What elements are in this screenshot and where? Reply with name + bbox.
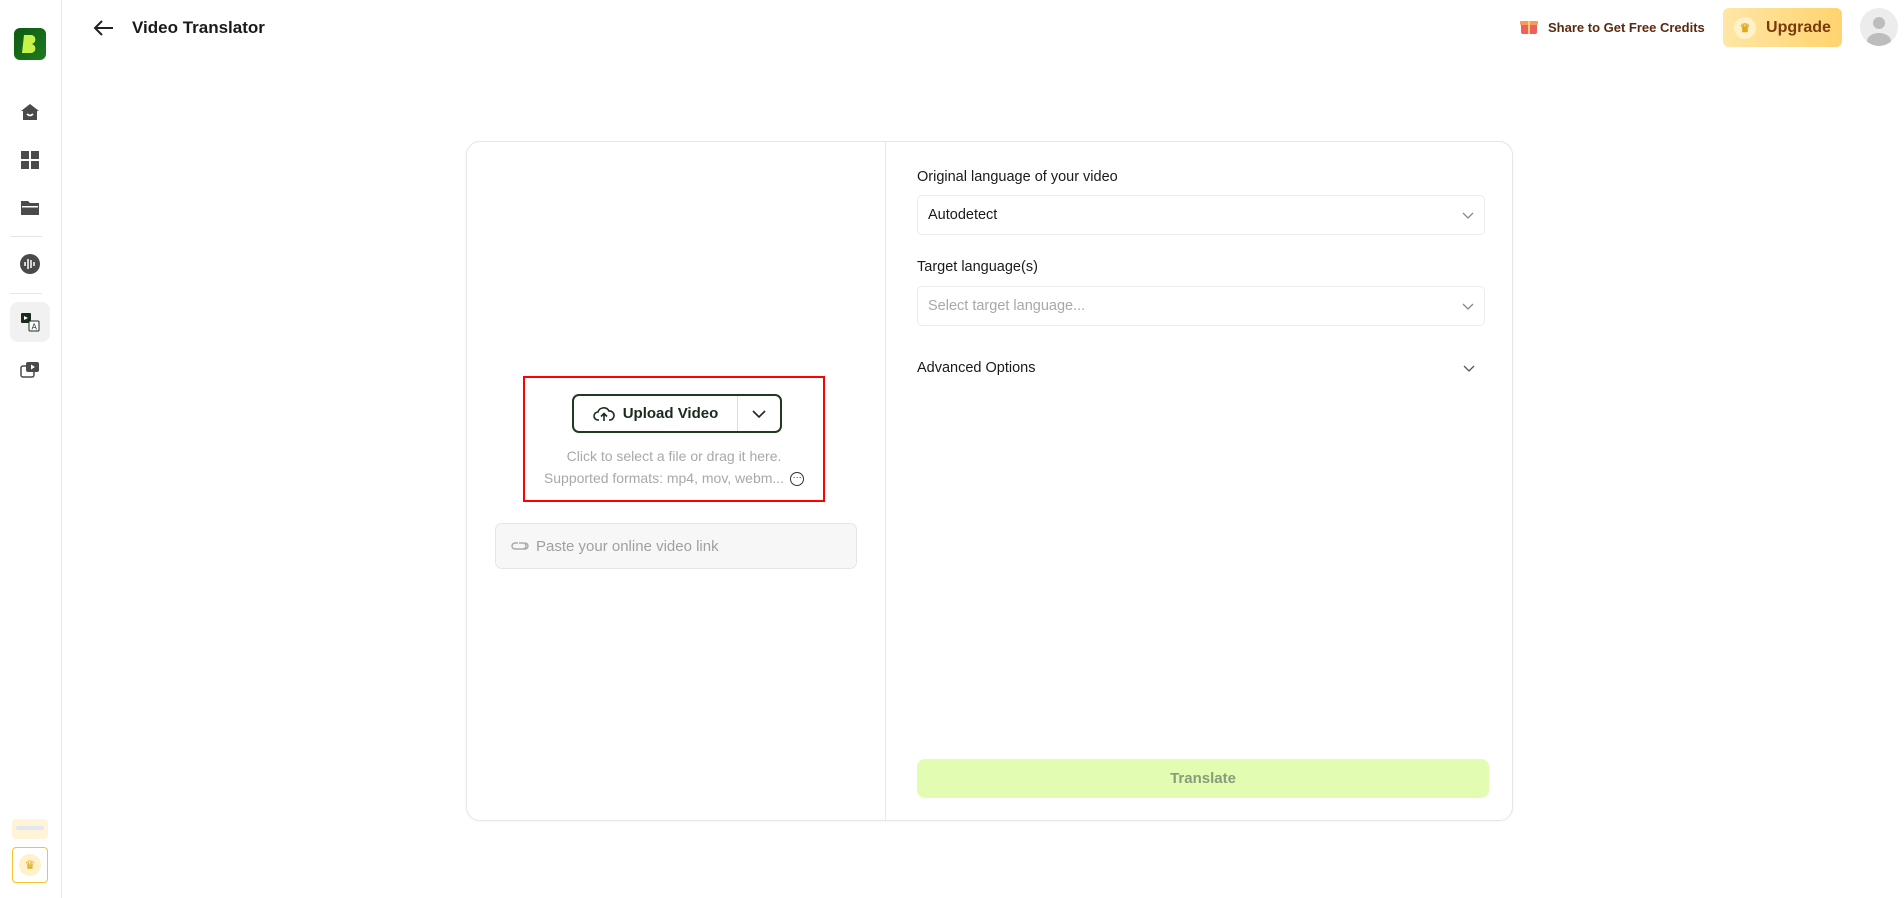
crown-icon: ♛ [19,854,41,876]
original-language-select[interactable]: Autodetect [917,195,1485,235]
chevron-down-icon [1463,365,1475,372]
supported-formats: Supported formats: mp4, mov, webm... ··· [523,470,825,487]
video-subtitle-icon[interactable] [10,350,50,390]
translator-card: Upload Video Click to select a file or d… [466,141,1513,821]
audio-wave-icon[interactable] [10,244,50,284]
folder-icon[interactable] [10,188,50,228]
upgrade-button[interactable]: ♛ Upgrade [1723,8,1842,47]
user-avatar[interactable] [1860,8,1898,46]
sidebar: A ♛ [0,0,62,898]
sidebar-divider [10,293,42,294]
home-icon[interactable] [10,92,50,132]
sidebar-divider [10,236,42,237]
upgrade-label: Upgrade [1766,18,1831,36]
upload-options-dropdown[interactable] [738,396,780,431]
credits-bar[interactable] [12,819,48,839]
upload-hint: Click to select a file or drag it here. [566,448,782,464]
video-translator-icon[interactable]: A [10,302,50,342]
gift-icon [1518,16,1540,39]
premium-crown-button[interactable]: ♛ [12,847,48,883]
more-formats-icon[interactable]: ··· [790,472,805,487]
target-language-select[interactable]: Select target language... [917,286,1485,326]
crown-icon: ♛ [1734,16,1757,39]
video-link-placeholder: Paste your online video link [536,537,719,555]
target-language-label: Target language(s) [917,259,1038,275]
upload-video-button[interactable]: Upload Video [574,396,738,431]
share-credits-link[interactable]: Share to Get Free Credits [1518,16,1705,39]
link-icon [511,542,529,550]
supported-formats-text: Supported formats: mp4, mov, webm... [543,470,785,486]
page-title: Video Translator [132,18,265,37]
advanced-options-toggle[interactable]: Advanced Options [917,360,1485,376]
app-logo[interactable] [14,28,46,60]
original-language-label: Original language of your video [917,169,1118,185]
back-arrow-icon[interactable] [92,16,118,40]
chevron-down-icon [1462,303,1474,310]
target-language-placeholder: Select target language... [928,298,1086,314]
advanced-options-label: Advanced Options [917,360,1036,376]
panel-divider [885,142,886,820]
video-link-input[interactable]: Paste your online video link [495,523,857,569]
cloud-upload-icon [592,406,615,421]
upload-video-button-group: Upload Video [572,394,782,433]
svg-text:A: A [32,323,38,332]
chevron-down-icon [752,409,766,418]
translate-button[interactable]: Translate [917,759,1489,798]
original-language-value: Autodetect [928,207,998,223]
chevron-down-icon [1462,212,1474,219]
share-label: Share to Get Free Credits [1548,20,1705,35]
upload-video-label: Upload Video [622,405,719,422]
templates-grid-icon[interactable] [10,140,50,180]
